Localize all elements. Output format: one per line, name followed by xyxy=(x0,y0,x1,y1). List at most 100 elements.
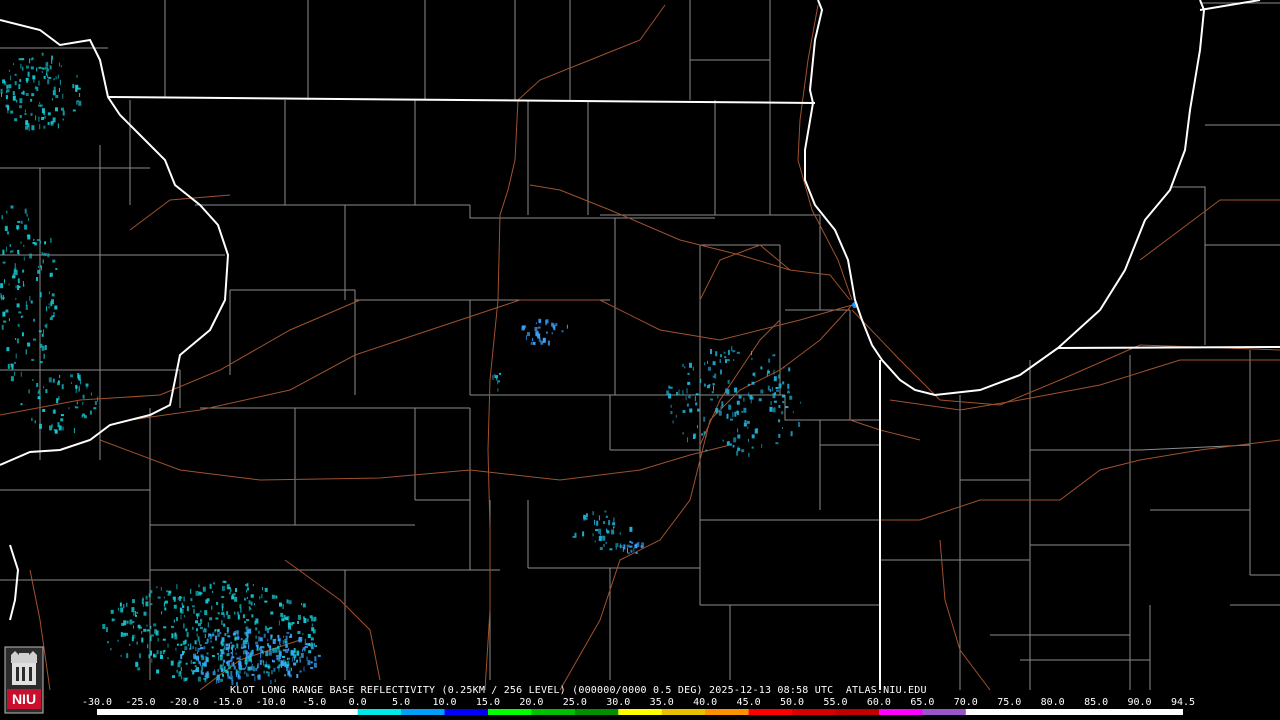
radar-echo xyxy=(685,396,687,401)
radar-echo xyxy=(497,388,499,392)
radar-echo xyxy=(5,227,8,232)
radar-echo xyxy=(599,533,601,536)
radar-echo xyxy=(8,69,10,72)
colorscale-segment xyxy=(97,709,141,715)
radar-echo xyxy=(282,655,285,658)
county-line xyxy=(1170,186,1206,345)
radar-echo xyxy=(13,269,17,275)
radar-echo xyxy=(43,329,44,335)
radar-echo xyxy=(754,372,756,378)
radar-echo xyxy=(129,643,131,646)
radar-echo xyxy=(687,372,690,375)
colorscale-label: 15.0 xyxy=(475,697,500,708)
radar-echo xyxy=(270,611,274,615)
radar-echo xyxy=(133,611,135,616)
radar-echo xyxy=(94,401,97,405)
radar-echo xyxy=(200,647,204,650)
colorscale-label: 10.0 xyxy=(432,697,457,708)
radar-echo xyxy=(227,665,231,670)
radar-echo xyxy=(217,631,219,637)
radar-echo xyxy=(143,611,147,616)
radar-echo xyxy=(609,548,613,551)
radar-echo xyxy=(246,582,249,587)
radar-echo xyxy=(235,652,237,655)
radar-echo xyxy=(551,332,553,335)
radar-echo xyxy=(26,234,29,237)
radar-echo xyxy=(792,411,794,414)
radar-echo xyxy=(291,667,292,671)
radar-echo xyxy=(49,274,52,278)
radar-echo xyxy=(107,641,109,644)
radar-echo xyxy=(72,84,75,89)
radar-echo xyxy=(280,612,284,617)
radar-echo xyxy=(27,342,31,347)
radar-echo xyxy=(148,654,150,659)
radar-echo xyxy=(230,671,233,676)
radar-echo xyxy=(185,628,188,632)
radar-echo xyxy=(260,653,262,659)
radar-echo xyxy=(206,598,210,602)
radar-echo xyxy=(712,361,716,366)
colorscale-segment xyxy=(661,709,706,715)
radar-echo xyxy=(172,675,176,679)
radar-echo xyxy=(566,324,568,329)
radar-echo xyxy=(259,659,262,665)
radar-echo xyxy=(221,606,223,612)
highway xyxy=(129,194,231,231)
radar-echo xyxy=(708,366,711,371)
radar-echo xyxy=(666,390,670,395)
radar-echo xyxy=(629,526,633,532)
colorscale-segment xyxy=(792,709,836,715)
radar-echo xyxy=(598,528,602,534)
radar-echo xyxy=(743,397,745,402)
colorscale-segment xyxy=(1052,709,1097,715)
radar-echo xyxy=(113,618,116,621)
radar-echo xyxy=(310,666,314,669)
radar-echo xyxy=(53,312,55,317)
radar-echo xyxy=(264,625,267,631)
radar-echo xyxy=(772,407,776,413)
radar-echo xyxy=(18,58,22,61)
radar-echo xyxy=(719,359,721,363)
radar-echo xyxy=(734,387,738,393)
radar-echo xyxy=(14,371,16,376)
radar-echo xyxy=(179,670,181,674)
radar-echo xyxy=(219,655,223,661)
radar-echo xyxy=(695,393,699,396)
radar-echo xyxy=(273,667,276,672)
radar-echo xyxy=(225,643,229,647)
radar-echo xyxy=(123,604,125,609)
radar-echo xyxy=(309,643,311,647)
colorscale-label: 90.0 xyxy=(1127,697,1152,708)
radar-echo xyxy=(180,643,183,646)
radar-echo xyxy=(41,71,43,74)
radar-echo xyxy=(619,544,623,548)
radar-echo xyxy=(28,389,30,394)
radar-echo xyxy=(492,374,494,380)
radar-echo xyxy=(126,653,129,659)
radar-echo xyxy=(59,374,61,378)
radar-echo xyxy=(236,611,239,615)
radar-echo xyxy=(173,604,177,609)
radar-echo xyxy=(150,603,153,606)
radar-echo xyxy=(228,592,231,595)
radar-echo xyxy=(317,654,321,657)
radar-echo xyxy=(236,636,240,640)
radar-echo xyxy=(38,330,42,333)
radar-echo xyxy=(123,620,127,626)
radar-echo xyxy=(249,666,253,671)
radar-echo xyxy=(31,358,35,361)
radar-echo xyxy=(198,612,200,617)
radar-echo xyxy=(58,396,60,401)
radar-echo xyxy=(134,611,136,616)
radar-echo xyxy=(31,417,33,421)
radar-echo xyxy=(213,582,215,585)
radar-echo xyxy=(672,420,674,424)
radar-echo xyxy=(270,680,272,685)
radar-echo xyxy=(194,665,197,668)
radar-echo xyxy=(89,410,92,415)
radar-echo xyxy=(782,401,785,404)
radar-echo xyxy=(209,617,213,621)
radar-echo xyxy=(561,330,564,333)
radar-echo xyxy=(747,383,750,386)
